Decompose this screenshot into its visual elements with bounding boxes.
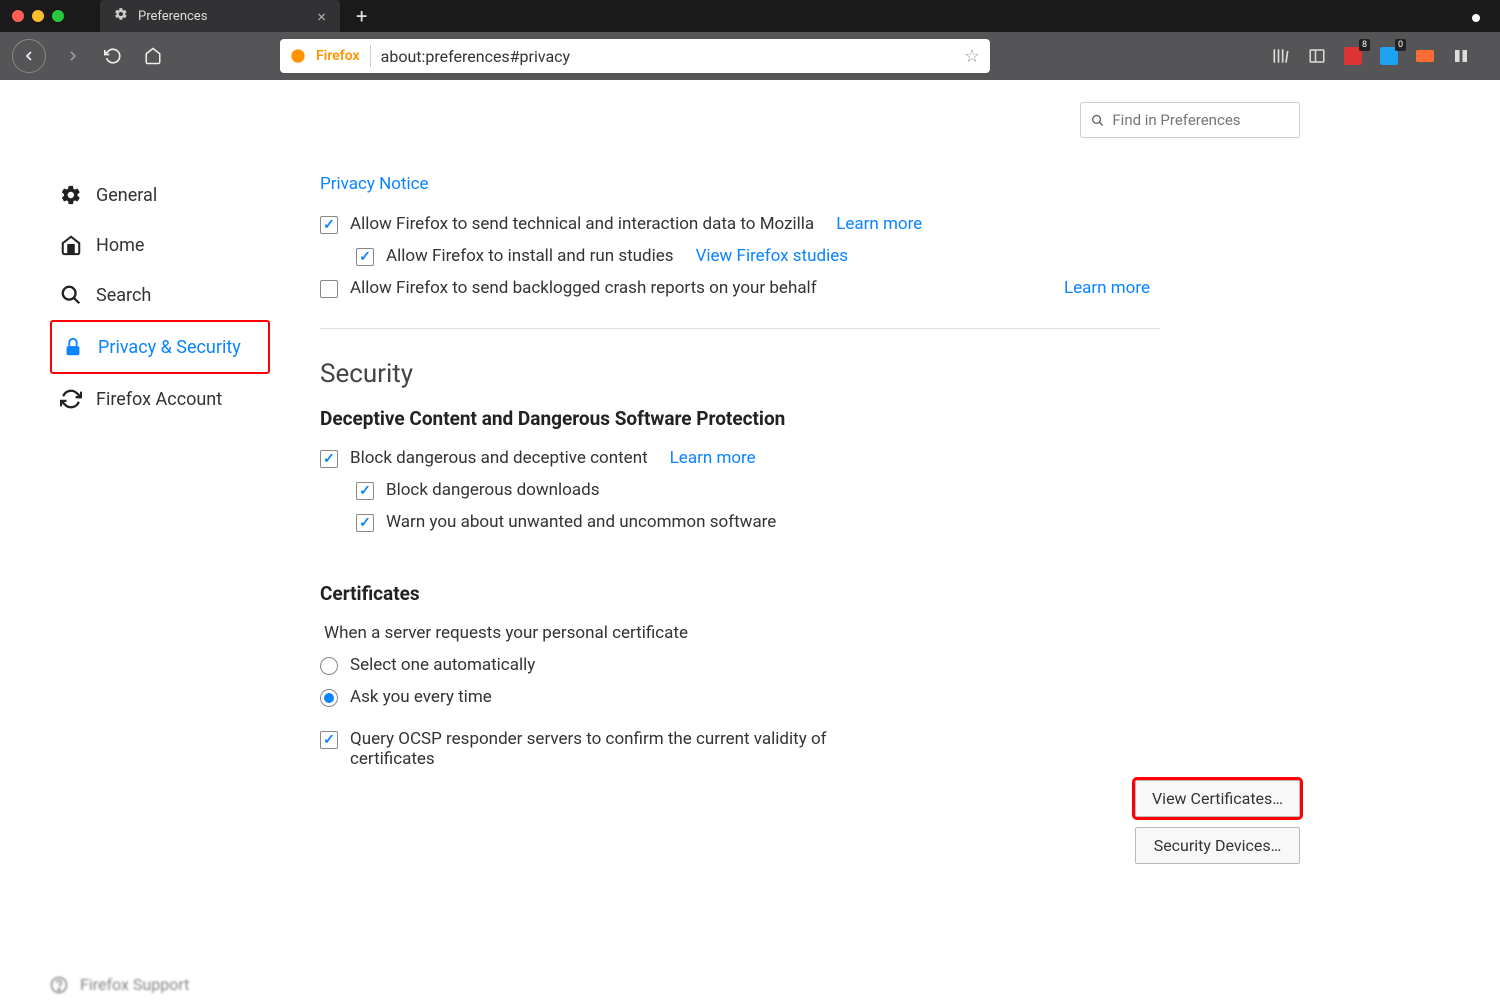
block-dangerous-content-checkbox[interactable] <box>320 450 338 468</box>
sidebar-item-label: Home <box>96 235 144 256</box>
ocsp-checkbox[interactable] <box>320 731 338 749</box>
search-preferences-box[interactable] <box>1080 102 1300 138</box>
window-minimize-button[interactable] <box>32 10 44 22</box>
block-downloads-label: Block dangerous downloads <box>386 480 599 500</box>
studies-checkbox[interactable] <box>356 248 374 266</box>
certificates-prompt: When a server requests your personal cer… <box>324 623 1460 643</box>
browser-tab-preferences[interactable]: Preferences × <box>100 0 340 32</box>
preferences-sidebar: General Home Search Privacy & Security F… <box>0 80 290 1000</box>
toolbar-extensions: 8 0 <box>1270 45 1488 67</box>
block-dangerous-content-label: Block dangerous and deceptive content <box>350 448 648 468</box>
tab-title: Preferences <box>138 9 207 24</box>
firefox-support-link[interactable]: Firefox Support <box>50 975 189 994</box>
titlebar-right <box>1472 7 1500 26</box>
search-icon <box>1091 113 1104 128</box>
notification-dot-icon <box>1472 14 1480 22</box>
warn-software-checkbox[interactable] <box>356 514 374 532</box>
search-input[interactable] <box>1112 111 1289 129</box>
lock-icon <box>62 336 84 358</box>
navigation-toolbar: Firefox about:preferences#privacy ☆ 8 0 <box>0 32 1500 80</box>
library-icon[interactable] <box>1270 45 1292 67</box>
ocsp-label: Query OCSP responder servers to confirm … <box>350 729 910 769</box>
privacy-notice-link[interactable]: Privacy Notice <box>320 174 429 194</box>
security-heading: Security <box>320 359 1460 389</box>
reload-button[interactable] <box>100 43 126 69</box>
security-devices-button[interactable]: Security Devices… <box>1135 827 1300 864</box>
back-button[interactable] <box>12 39 46 73</box>
extension-3[interactable] <box>1414 45 1436 67</box>
separator <box>370 45 371 67</box>
extension-2[interactable]: 0 <box>1378 45 1400 67</box>
titlebar: Preferences × + <box>0 0 1500 32</box>
studies-label: Allow Firefox to install and run studies <box>386 246 674 266</box>
sidebar-item-home[interactable]: Home <box>50 220 270 270</box>
search-icon <box>60 284 82 306</box>
sidebar-item-privacy-security[interactable]: Privacy & Security <box>50 320 270 374</box>
sidebar-toggle-icon[interactable] <box>1306 45 1328 67</box>
cert-auto-label: Select one automatically <box>350 655 535 675</box>
separator <box>320 328 1160 329</box>
sidebar-item-general[interactable]: General <box>50 170 270 220</box>
extension-badge: 0 <box>1395 39 1406 51</box>
sidebar-item-firefox-account[interactable]: Firefox Account <box>50 374 270 424</box>
warn-software-label: Warn you about unwanted and uncommon sof… <box>386 512 776 532</box>
certificates-heading: Certificates <box>320 582 1460 605</box>
window-maximize-button[interactable] <box>52 10 64 22</box>
extension-1[interactable]: 8 <box>1342 45 1364 67</box>
window-controls <box>0 10 76 22</box>
block-content-learn-more-link[interactable]: Learn more <box>670 448 756 468</box>
window-close-button[interactable] <box>12 10 24 22</box>
sidebar-item-label: Firefox Account <box>96 389 222 410</box>
crash-reports-checkbox[interactable] <box>320 280 338 298</box>
sidebar-item-search[interactable]: Search <box>50 270 270 320</box>
support-label: Firefox Support <box>80 975 189 994</box>
crash-reports-label: Allow Firefox to send backlogged crash r… <box>350 278 817 298</box>
forward-button[interactable] <box>60 43 86 69</box>
url-bar[interactable]: Firefox about:preferences#privacy ☆ <box>280 39 990 73</box>
gear-icon <box>114 7 128 25</box>
question-icon <box>50 976 68 994</box>
tab-close-button[interactable]: × <box>317 7 326 26</box>
new-tab-button[interactable]: + <box>340 4 383 28</box>
extension-badge: 8 <box>1359 39 1370 51</box>
sidebar-item-label: General <box>96 185 157 206</box>
view-certificates-button[interactable]: View Certificates… <box>1135 780 1300 817</box>
preferences-main: Privacy Notice Allow Firefox to send tec… <box>290 80 1500 1000</box>
block-downloads-checkbox[interactable] <box>356 482 374 500</box>
cert-auto-radio[interactable] <box>320 657 338 675</box>
telemetry-learn-more-link[interactable]: Learn more <box>836 214 922 234</box>
firefox-icon <box>290 48 306 64</box>
cert-ask-label: Ask you every time <box>350 687 492 707</box>
preferences-content: General Home Search Privacy & Security F… <box>0 80 1500 1000</box>
crash-learn-more-link[interactable]: Learn more <box>1064 278 1150 298</box>
sidebar-item-label: Search <box>96 285 151 306</box>
bookmark-star-icon[interactable]: ☆ <box>964 46 980 67</box>
home-icon <box>60 234 82 256</box>
sync-icon <box>60 388 82 410</box>
deceptive-content-heading: Deceptive Content and Dangerous Software… <box>320 407 1460 430</box>
home-button[interactable] <box>140 43 166 69</box>
cert-ask-radio[interactable] <box>320 689 338 707</box>
identity-label: Firefox <box>316 48 360 64</box>
telemetry-checkbox[interactable] <box>320 216 338 234</box>
sidebar-item-label: Privacy & Security <box>98 337 241 358</box>
view-studies-link[interactable]: View Firefox studies <box>696 246 848 266</box>
url-text: about:preferences#privacy <box>381 47 954 66</box>
telemetry-label: Allow Firefox to send technical and inte… <box>350 214 814 234</box>
gear-icon <box>60 184 82 206</box>
extension-4[interactable] <box>1450 45 1472 67</box>
